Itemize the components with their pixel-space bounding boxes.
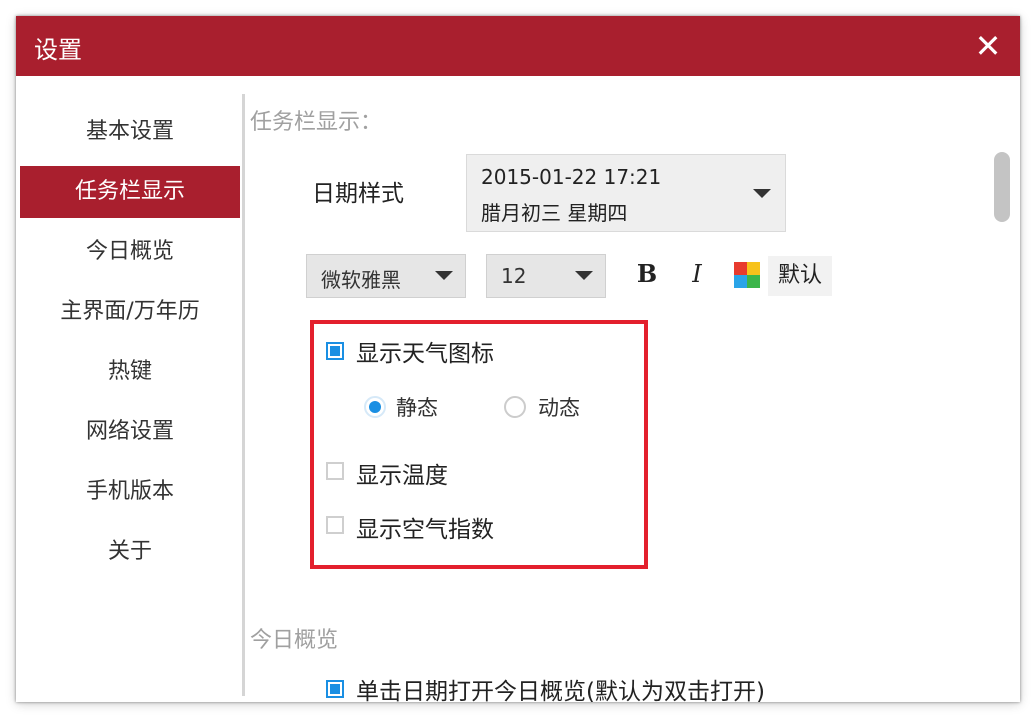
settings-content: 任务栏显示： 日期样式 2015-01-22 17:21 腊月初三 星期四 微软… xyxy=(246,76,996,702)
sidebar-item-hotkeys[interactable]: 热键 xyxy=(20,346,240,398)
chevron-down-icon xyxy=(575,271,593,280)
chevron-down-icon xyxy=(435,271,453,280)
settings-window: 设置 ✕ 基本设置 任务栏显示 今日概览 主界面/万年历 热键 网络设置 手机版… xyxy=(16,16,1020,702)
palette-swatch-green xyxy=(747,275,760,288)
sidebar-item-main-calendar[interactable]: 主界面/万年历 xyxy=(20,286,240,338)
palette-swatch-red xyxy=(734,262,747,275)
date-style-line2: 腊月初三 星期四 xyxy=(481,201,628,225)
sidebar-item-today-overview[interactable]: 今日概览 xyxy=(20,226,240,278)
date-style-select[interactable]: 2015-01-22 17:21 腊月初三 星期四 xyxy=(466,154,786,232)
weather-static-radio[interactable] xyxy=(364,396,386,418)
font-family-select[interactable]: 微软雅黑 xyxy=(306,254,466,298)
font-size-select[interactable]: 12 xyxy=(486,254,606,298)
weather-static-label[interactable]: 静态 xyxy=(396,392,438,422)
vertical-scrollbar-thumb[interactable] xyxy=(994,152,1010,222)
show-air-index-label[interactable]: 显示空气指数 xyxy=(356,510,494,544)
sidebar-item-basic-settings[interactable]: 基本设置 xyxy=(20,106,240,158)
palette-swatch-yellow xyxy=(747,262,760,275)
settings-sidebar: 基本设置 任务栏显示 今日概览 主界面/万年历 热键 网络设置 手机版本 关于 xyxy=(16,76,246,702)
sidebar-item-taskbar-display[interactable]: 任务栏显示 xyxy=(20,166,240,218)
show-air-index-checkbox[interactable] xyxy=(326,516,344,534)
show-weather-icon-checkbox[interactable] xyxy=(326,342,344,360)
sidebar-item-about[interactable]: 关于 xyxy=(20,526,240,578)
sidebar-item-network-settings[interactable]: 网络设置 xyxy=(20,406,240,458)
sidebar-item-mobile-version[interactable]: 手机版本 xyxy=(20,466,240,518)
date-style-line1: 2015-01-22 17:21 xyxy=(481,165,662,189)
sidebar-divider xyxy=(242,94,245,696)
show-temperature-label[interactable]: 显示温度 xyxy=(356,456,448,490)
show-weather-icon-label[interactable]: 显示天气图标 xyxy=(356,334,494,368)
font-size-value: 12 xyxy=(501,264,527,288)
color-palette-icon[interactable] xyxy=(734,262,760,288)
taskbar-section-title: 任务栏显示： xyxy=(250,110,383,135)
bold-button[interactable]: B xyxy=(630,254,664,294)
weather-dynamic-radio[interactable] xyxy=(504,396,526,418)
click-open-overview-label[interactable]: 单击日期打开今日概览(默认为双击打开) xyxy=(356,672,765,702)
font-family-value: 微软雅黑 xyxy=(321,268,401,292)
window-title: 设置 xyxy=(34,36,82,64)
palette-swatch-blue xyxy=(734,275,747,288)
chevron-down-icon xyxy=(753,189,771,198)
close-button[interactable]: ✕ xyxy=(968,26,1008,66)
overview-section-title: 今日概览 xyxy=(250,628,339,653)
title-bar: 设置 ✕ xyxy=(16,16,1020,76)
click-open-overview-checkbox[interactable] xyxy=(326,680,344,698)
italic-button[interactable]: I xyxy=(682,254,712,294)
show-temperature-checkbox[interactable] xyxy=(326,462,344,480)
weather-dynamic-label[interactable]: 动态 xyxy=(538,392,580,422)
default-button[interactable]: 默认 xyxy=(768,256,833,296)
date-style-label: 日期样式 xyxy=(312,181,404,207)
